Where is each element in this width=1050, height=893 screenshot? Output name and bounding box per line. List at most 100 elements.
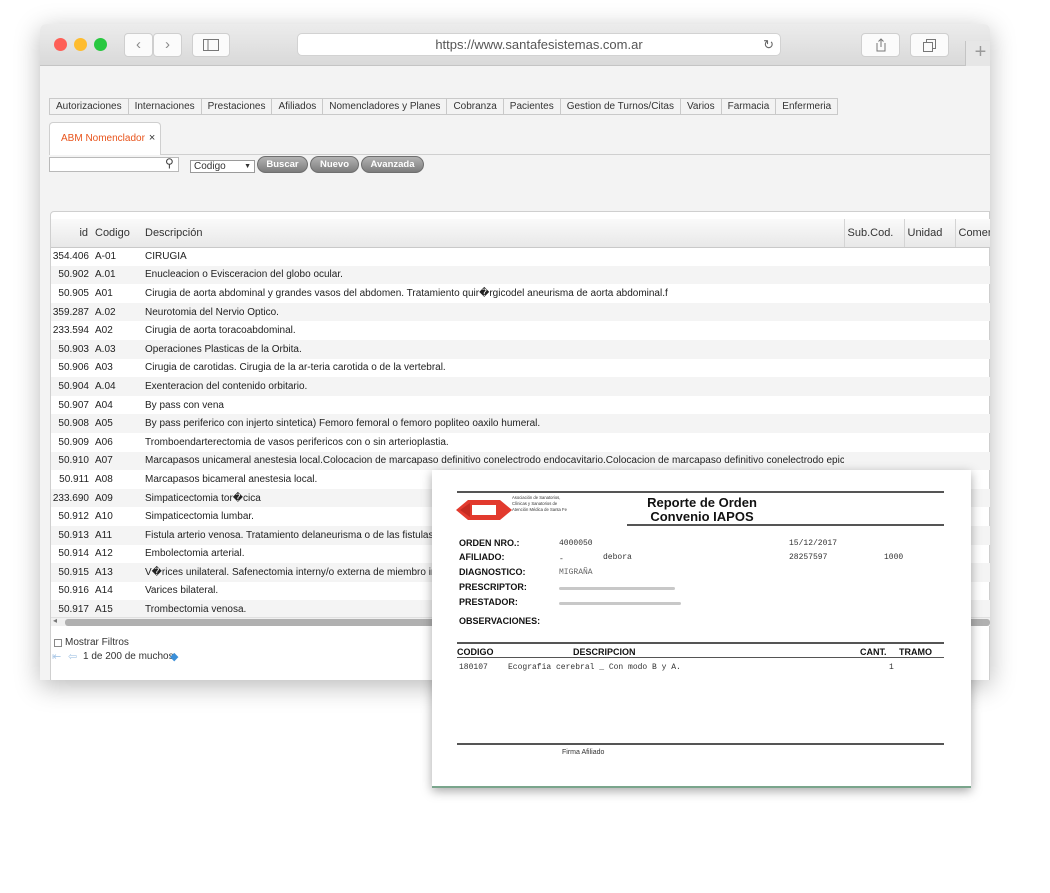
menu-item-nomencladores-y-planes[interactable]: Nomencladores y Planes	[323, 99, 448, 114]
cell-descripcion: CIRUGIA	[145, 251, 187, 263]
cell-codigo: A05	[92, 414, 142, 433]
orden-value: 4000050	[559, 539, 593, 548]
menu-item-varios[interactable]: Varios	[681, 99, 722, 114]
afiliado-name: debora	[603, 553, 632, 562]
avanzada-button[interactable]: Avanzada	[361, 156, 424, 173]
cell-codigo: A06	[95, 436, 113, 448]
sidebar-icon[interactable]	[192, 33, 230, 57]
cell-id: 50.903	[51, 339, 92, 359]
prestador-redacted	[559, 602, 681, 605]
table-row[interactable]: 50.907 A04 By pass con vena	[51, 396, 990, 415]
cell-id: 233.690	[51, 488, 92, 508]
mostrar-filtros-checkbox[interactable]	[54, 639, 62, 647]
previous-page-icon[interactable]: ⇦	[68, 650, 77, 663]
tabs-icon[interactable]	[910, 33, 949, 57]
cell-codigo: A13	[92, 563, 142, 582]
search-field-select[interactable]: Codigo ▼	[190, 160, 255, 173]
cell-subcod	[844, 284, 904, 303]
table-row[interactable]: 50.909 A06 Tromboendarterectomia de vasos …	[51, 433, 990, 452]
cell-unidad	[904, 396, 955, 415]
cell-id: 50.910	[51, 451, 92, 471]
table-row[interactable]: 233.594 A02 Cirugia de aorta toracoabdomin…	[51, 321, 990, 340]
cell-unidad	[904, 321, 955, 340]
menu-item-pacientes[interactable]: Pacientes	[504, 99, 561, 114]
cell-id: 50.908	[51, 414, 92, 433]
cell-comer	[955, 247, 990, 266]
share-icon[interactable]	[861, 33, 900, 57]
table-row[interactable]: 359.287 A.02 Neurotomia del Nervio Optico.	[51, 302, 990, 322]
cell-comer	[955, 359, 990, 378]
menu-item-enfermeria[interactable]: Enfermeria	[776, 99, 837, 114]
select-value: Codigo	[194, 161, 226, 172]
menu-item-afiliados[interactable]: Afiliados	[272, 99, 324, 114]
cell-subcod	[844, 396, 904, 415]
next-page-icon[interactable]: ◆	[170, 650, 178, 663]
orden-date: 15/12/2017	[789, 539, 838, 548]
table-row[interactable]: 50.910 A07 Marcapasos unicameral anestesia…	[51, 451, 990, 471]
cell-descripcion: Cirugia de aorta abdominal y grandes vas…	[145, 287, 668, 299]
cell-codigo: A11	[92, 525, 142, 545]
column-header-comer[interactable]: Comer	[954, 219, 990, 248]
close-window-button[interactable]	[54, 38, 67, 51]
cell-id: 50.909	[58, 436, 89, 448]
menu-item-cobranza[interactable]: Cobranza	[447, 99, 504, 114]
tab-abm-nomenclador[interactable]: ABM Nomenclador ×	[49, 122, 161, 155]
table-row[interactable]: 50.904 A.04 Exenteracion del contenido orb…	[51, 377, 990, 396]
table-row[interactable]: 50.906 A03 Cirugia de carotidas. Cirugia d…	[51, 359, 990, 378]
menu-item-gestion-de-turnos-citas[interactable]: Gestion de Turnos/Citas	[561, 99, 681, 114]
first-page-icon[interactable]: ⇤	[52, 650, 61, 663]
cell-descripcion: Cirugia de carotidas. Cirugia de la ar-t…	[145, 362, 446, 374]
cell-descripcion: Enucleacion o Evisceracion del globo ocu…	[142, 265, 844, 285]
cell-id: 50.902	[51, 265, 92, 285]
cell-unidad	[904, 414, 955, 433]
cell-comer	[955, 265, 990, 285]
column-header-subcod[interactable]: Sub.Cod.	[843, 219, 904, 248]
report-title-rule	[627, 524, 944, 526]
zoom-window-button[interactable]	[94, 38, 107, 51]
col-codigo: CODIGO	[457, 647, 494, 657]
menu-item-internaciones[interactable]: Internaciones	[129, 99, 202, 114]
cell-codigo: A.04	[92, 377, 142, 396]
cell-subcod	[844, 359, 904, 378]
menu-item-farmacia[interactable]: Farmacia	[722, 99, 777, 114]
cell-subcod	[844, 414, 904, 433]
chevron-down-icon: ▼	[244, 163, 251, 170]
table-row[interactable]: 354.406 A-01 CIRUGIA	[51, 247, 990, 266]
minimize-window-button[interactable]	[74, 38, 87, 51]
buscar-button[interactable]: Buscar	[257, 156, 308, 173]
item-descripcion: Ecografia cerebral _ Con modo B y A.	[508, 663, 681, 672]
reload-icon[interactable]: ↻	[763, 34, 774, 55]
address-bar[interactable]: https://www.santafesistemas.com.ar ↻	[297, 33, 781, 56]
cell-id: 50.912	[58, 511, 89, 523]
diagnostico-label: DIAGNOSTICO:	[459, 567, 526, 577]
menu-item-autorizaciones[interactable]: Autorizaciones	[50, 99, 129, 114]
table-row[interactable]: 50.908 A05 By pass periferico con injerto …	[51, 414, 990, 433]
nuevo-button[interactable]: Nuevo	[310, 156, 359, 173]
cell-comer	[955, 396, 990, 415]
report-title: Reporte de Orden	[647, 495, 757, 510]
diagnostico-value: MIGRAÑA	[559, 568, 593, 577]
forward-icon[interactable]: ›	[153, 33, 182, 57]
cell-subcod	[844, 377, 904, 396]
cell-codigo: A07	[92, 451, 142, 471]
table-row[interactable]: 50.903 A.03 Operaciones Plasticas de la Or…	[51, 339, 990, 359]
column-header-descripcion[interactable]: Descripción	[142, 219, 844, 248]
column-header-codigo[interactable]: Codigo	[92, 219, 142, 248]
new-tab-icon[interactable]: +	[965, 41, 990, 66]
search-icon[interactable]: ⚲	[165, 156, 174, 170]
column-header-unidad[interactable]: Unidad	[903, 219, 955, 248]
col-descripcion: DESCRIPCION	[573, 647, 636, 657]
back-icon[interactable]: ‹	[124, 33, 153, 57]
menu-item-prestaciones[interactable]: Prestaciones	[202, 99, 273, 114]
cell-id: 50.914	[58, 548, 89, 560]
table-row[interactable]: 50.902 A.01 Enucleacion o Evisceracion del…	[51, 265, 990, 285]
search-input[interactable]	[49, 157, 179, 172]
cell-subcod	[844, 302, 904, 322]
tab-close-icon[interactable]: ×	[149, 132, 155, 144]
browser-titlebar: ‹ › https://www.santafesistemas.com.ar ↻	[40, 24, 990, 66]
scroll-left-icon[interactable]: ◂	[53, 616, 57, 625]
column-header-id[interactable]: id	[51, 219, 92, 248]
table-row[interactable]: 50.905 A01 Cirugia de aorta abdominal y gr…	[51, 284, 990, 303]
cell-codigo: A08	[95, 473, 113, 485]
report-table-rule-top	[457, 642, 944, 644]
